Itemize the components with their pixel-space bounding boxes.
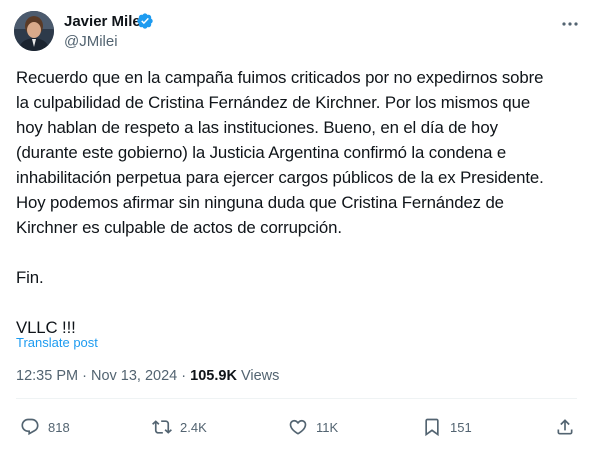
meta-separator: ·: [181, 368, 187, 384]
post-line: (durante este gobierno) la Justicia Arge…: [16, 143, 507, 162]
post-line: Fin.: [16, 268, 44, 287]
post-meta: 12:35 PM · Nov 13, 2024 · 105.9K Views: [16, 368, 279, 384]
author-handle[interactable]: @JMilei: [64, 33, 118, 50]
post-line: hoy hablan de respeto a las institucione…: [16, 118, 498, 137]
post-date[interactable]: Nov 13, 2024: [91, 368, 177, 384]
repost-icon: [152, 420, 172, 434]
like-count: 11K: [316, 419, 339, 435]
post-line: inhabilitación perpetua para ejercer car…: [16, 168, 544, 187]
meta-separator: ·: [82, 368, 87, 384]
views-label: Views: [240, 368, 280, 384]
post-line: la culpabilidad de Cristina Fernández de…: [16, 93, 531, 112]
reply-button[interactable]: 818: [20, 414, 70, 440]
views-count: 105.9K: [190, 368, 237, 384]
bookmark-icon: [425, 418, 439, 437]
divider: [16, 398, 577, 399]
reply-count: 818: [48, 419, 70, 435]
action-bar: 818 2.4K 11K 151: [0, 414, 593, 440]
author-name[interactable]: Javier Milei: [64, 13, 145, 30]
post-line: Kirchner es culpable de actos de corrupc…: [16, 218, 342, 237]
post-line: VLLC !!!: [16, 318, 76, 337]
post-card: Javier Milei @JMilei Recuerdo que en la …: [0, 0, 593, 449]
bookmark-button[interactable]: 151: [422, 414, 472, 440]
share-button[interactable]: [555, 414, 583, 440]
translate-post-link[interactable]: Translate post: [16, 335, 98, 350]
post-line: Hoy podemos afirmar sin ninguna duda que…: [16, 193, 504, 212]
like-icon: [289, 419, 307, 435]
repost-count: 2.4K: [180, 419, 207, 435]
post-line: Recuerdo que en la campaña fuimos critic…: [16, 68, 544, 87]
share-icon: [557, 419, 573, 435]
repost-button[interactable]: 2.4K: [152, 414, 207, 440]
reply-icon: [21, 418, 39, 436]
more-icon[interactable]: [560, 14, 580, 34]
post-text: Recuerdo que en la campaña fuimos critic…: [16, 65, 581, 340]
verified-badge-icon: [136, 12, 154, 30]
like-button[interactable]: 11K: [288, 414, 338, 440]
post-time[interactable]: 12:35 PM: [16, 368, 78, 384]
bookmark-count: 151: [450, 419, 472, 435]
avatar[interactable]: [14, 11, 54, 51]
